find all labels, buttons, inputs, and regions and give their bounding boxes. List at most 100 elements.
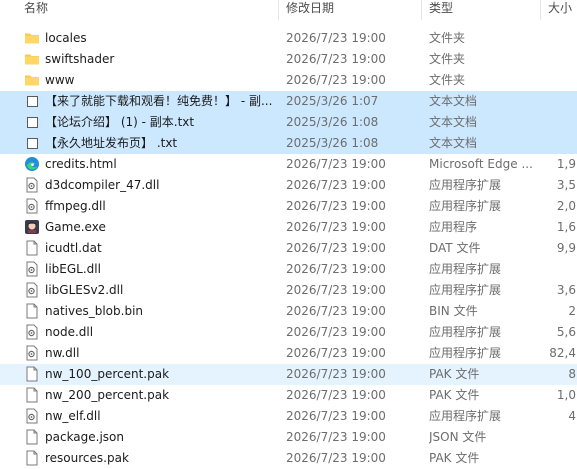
file-row[interactable]: icudtl.dat 2026/7/23 19:00 DAT 文件 9,9 bbox=[0, 238, 577, 259]
file-size bbox=[548, 427, 577, 448]
file-type: BIN 文件 bbox=[429, 304, 478, 318]
file-date: 2026/7/23 19:00 bbox=[286, 346, 386, 360]
file-row[interactable]: libGLESv2.dll 2026/7/23 19:00 应用程序扩展 3,6 bbox=[0, 280, 577, 301]
file-row[interactable]: www 2026/7/23 19:00 文件夹 bbox=[0, 70, 577, 91]
file-row[interactable]: 【论坛介绍】 (1) - 副本.txt 2025/3/26 1:08 文本文档 bbox=[0, 112, 577, 133]
dll-file-icon bbox=[24, 177, 40, 193]
file-row[interactable]: natives_blob.bin 2026/7/23 19:00 BIN 文件 2 bbox=[0, 301, 577, 322]
row-checkbox[interactable] bbox=[27, 117, 38, 128]
file-date: 2025/3/26 1:08 bbox=[286, 136, 379, 150]
file-type: Microsoft Edge ... bbox=[429, 157, 533, 171]
file-row[interactable]: ffmpeg.dll 2026/7/23 19:00 应用程序扩展 2,0 bbox=[0, 196, 577, 217]
file-size-value: 1,0 bbox=[556, 388, 576, 402]
file-type: 文件夹 bbox=[429, 31, 466, 45]
file-row[interactable]: Game.exe 2026/7/23 19:00 应用程序 1,6 bbox=[0, 217, 577, 238]
file-date: 2026/7/23 19:00 bbox=[286, 178, 386, 192]
file-name[interactable]: locales bbox=[45, 28, 275, 49]
file-name[interactable]: 【来了就能下载和观看！纯免费！】 - 副... bbox=[45, 91, 275, 112]
file-date: 2026/7/23 19:00 bbox=[286, 52, 386, 66]
file-type: PAK 文件 bbox=[429, 367, 480, 381]
file-icon-cell bbox=[24, 343, 40, 364]
file-size-value: 5,6 bbox=[556, 325, 576, 339]
file-row[interactable]: credits.html 2026/7/23 19:00 Microsoft Edg… bbox=[0, 154, 577, 175]
column-divider[interactable] bbox=[421, 0, 422, 20]
file-name[interactable]: credits.html bbox=[45, 154, 275, 175]
column-divider[interactable] bbox=[540, 0, 541, 20]
file-row[interactable]: nw_100_percent.pak 2026/7/23 19:00 PAK 文件 8 bbox=[0, 364, 577, 385]
file-name[interactable]: resources.pak bbox=[45, 448, 275, 469]
file-size bbox=[548, 49, 577, 70]
file-date: 2026/7/23 19:00 bbox=[286, 388, 386, 402]
file-size bbox=[548, 28, 577, 49]
size-column-header[interactable]: 大小 bbox=[548, 0, 572, 20]
file-icon-cell bbox=[24, 70, 40, 91]
file-type: PAK 文件 bbox=[429, 388, 480, 402]
file-row[interactable]: nw_elf.dll 2026/7/23 19:00 应用程序扩展 4 bbox=[0, 406, 577, 427]
file-size bbox=[548, 70, 577, 91]
file-name[interactable]: nw.dll bbox=[45, 343, 275, 364]
file-icon bbox=[24, 366, 40, 382]
file-name[interactable]: node.dll bbox=[45, 322, 275, 343]
dll-file-icon bbox=[24, 198, 40, 214]
file-size-value: 82,4 bbox=[549, 346, 576, 360]
file-size: 5,6 bbox=[548, 322, 577, 343]
file-name[interactable]: d3dcompiler_47.dll bbox=[45, 175, 275, 196]
row-checkbox[interactable] bbox=[27, 138, 38, 149]
type-column-header[interactable]: 类型 bbox=[429, 0, 453, 20]
file-icon-cell bbox=[24, 259, 40, 280]
file-name[interactable]: nw_elf.dll bbox=[45, 406, 275, 427]
file-name[interactable]: swiftshader bbox=[45, 49, 275, 70]
date-column-header[interactable]: 修改日期 bbox=[286, 0, 334, 20]
file-type: 应用程序扩展 bbox=[429, 283, 502, 297]
file-row[interactable]: swiftshader 2026/7/23 19:00 文件夹 bbox=[0, 49, 577, 70]
file-date: 2026/7/23 19:00 bbox=[286, 451, 386, 465]
file-icon bbox=[24, 240, 40, 256]
dll-file-icon bbox=[24, 261, 40, 277]
file-type: 应用程序扩展 bbox=[429, 346, 502, 360]
file-name[interactable]: www bbox=[45, 70, 275, 91]
file-name[interactable]: libGLESv2.dll bbox=[45, 280, 275, 301]
file-row[interactable]: libEGL.dll 2026/7/23 19:00 应用程序扩展 bbox=[0, 259, 577, 280]
file-row[interactable]: package.json 2026/7/23 19:00 JSON 文件 bbox=[0, 427, 577, 448]
file-type: 文件夹 bbox=[429, 73, 466, 87]
file-size: 82,4 bbox=[548, 343, 577, 364]
column-divider[interactable] bbox=[278, 0, 279, 20]
file-size bbox=[548, 133, 577, 154]
file-type: JSON 文件 bbox=[429, 430, 487, 444]
file-row[interactable]: d3dcompiler_47.dll 2026/7/23 19:00 应用程序扩展 3… bbox=[0, 175, 577, 196]
file-row[interactable]: 【永久地址发布页】 .txt 2025/3/26 1:08 文本文档 bbox=[0, 133, 577, 154]
file-name[interactable]: natives_blob.bin bbox=[45, 301, 275, 322]
file-name[interactable]: nw_100_percent.pak bbox=[45, 364, 275, 385]
file-name[interactable]: ffmpeg.dll bbox=[45, 196, 275, 217]
file-date: 2025/3/26 1:07 bbox=[286, 94, 379, 108]
file-name[interactable]: package.json bbox=[45, 427, 275, 448]
file-type: PAK 文件 bbox=[429, 451, 480, 465]
file-row[interactable]: nw_200_percent.pak 2026/7/23 19:00 PAK 文件 1… bbox=[0, 385, 577, 406]
file-name[interactable]: libEGL.dll bbox=[45, 259, 275, 280]
file-date: 2026/7/23 19:00 bbox=[286, 262, 386, 276]
file-row[interactable]: resources.pak 2026/7/23 19:00 PAK 文件 bbox=[0, 448, 577, 469]
name-column-header[interactable]: 名称 bbox=[24, 0, 48, 20]
file-date: 2026/7/23 19:00 bbox=[286, 157, 386, 171]
file-icon-cell bbox=[24, 133, 40, 154]
file-row[interactable]: node.dll 2026/7/23 19:00 应用程序扩展 5,6 bbox=[0, 322, 577, 343]
file-icon-cell bbox=[24, 112, 40, 133]
file-icon-cell bbox=[24, 406, 40, 427]
file-size: 1,6 bbox=[548, 217, 577, 238]
file-name[interactable]: 【永久地址发布页】 .txt bbox=[45, 133, 275, 154]
file-icon bbox=[24, 429, 40, 445]
file-name[interactable]: Game.exe bbox=[45, 217, 275, 238]
file-name[interactable]: icudtl.dat bbox=[45, 238, 275, 259]
file-name[interactable]: 【论坛介绍】 (1) - 副本.txt bbox=[45, 112, 275, 133]
file-icon-cell bbox=[24, 175, 40, 196]
file-size-value: 8 bbox=[568, 367, 576, 381]
folder-icon bbox=[24, 51, 40, 67]
file-row[interactable]: nw.dll 2026/7/23 19:00 应用程序扩展 82,4 bbox=[0, 343, 577, 364]
file-size: 1,9 bbox=[548, 154, 577, 175]
file-row[interactable]: locales 2026/7/23 19:00 文件夹 bbox=[0, 28, 577, 49]
row-checkbox[interactable] bbox=[27, 96, 38, 107]
file-size: 4 bbox=[548, 406, 577, 427]
file-date: 2026/7/23 19:00 bbox=[286, 199, 386, 213]
file-row[interactable]: 【来了就能下载和观看！纯免费！】 - 副... 2025/3/26 1:07 文本文… bbox=[0, 91, 577, 112]
file-name[interactable]: nw_200_percent.pak bbox=[45, 385, 275, 406]
